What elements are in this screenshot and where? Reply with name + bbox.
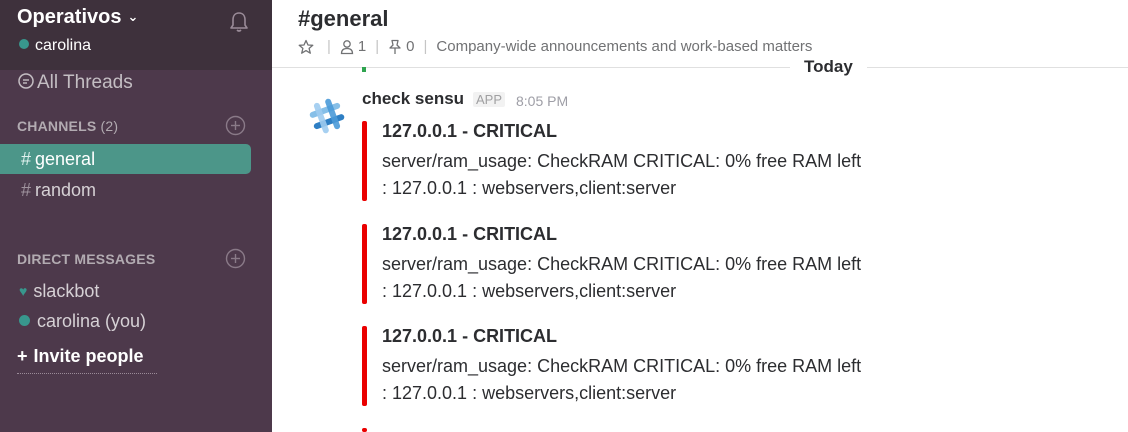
add-channel-icon[interactable] xyxy=(225,115,246,136)
threads-icon xyxy=(18,73,34,89)
message-timestamp[interactable]: 8:05 PM xyxy=(516,93,568,109)
attachment-text: server/ram_usage: CheckRAM CRITICAL: 0% … xyxy=(382,353,861,407)
attachment-line: : 127.0.0.1 : webservers,client:server xyxy=(382,383,677,403)
pinned-count[interactable]: 0 xyxy=(406,38,414,55)
message-attachment: 127.0.0.1 - CRITICAL server/ram_usage: C… xyxy=(362,121,962,201)
sidebar-item-general[interactable]: # general xyxy=(0,144,251,174)
message-attachment: 127.0.0.1 - CRITICAL server/ram_usage: C… xyxy=(362,326,962,406)
attachment-color-bar xyxy=(362,326,367,406)
app-badge: APP xyxy=(473,92,506,107)
member-count[interactable]: 1 xyxy=(358,38,366,55)
chevron-down-icon: ⌄ xyxy=(127,9,139,24)
message-attachment: 127.0.0.1 - CRITICAL server/ram_usage: C… xyxy=(362,224,962,304)
message-attachment-partial xyxy=(362,428,962,432)
channel-label: random xyxy=(35,180,97,200)
invite-people-button[interactable]: + Invite people xyxy=(17,346,157,374)
attachment-title: 127.0.0.1 - CRITICAL xyxy=(382,224,558,244)
hash-icon: # xyxy=(21,180,32,200)
divider: | xyxy=(375,38,380,55)
current-user[interactable]: carolina xyxy=(19,37,91,55)
current-user-name: carolina xyxy=(35,37,92,54)
plus-icon: + xyxy=(17,346,28,366)
dm-item-carolina[interactable]: carolina (you) xyxy=(19,311,146,332)
attachment-line: : 127.0.0.1 : webservers,client:server xyxy=(382,281,677,301)
main-pane: #general | 1 | 0 | Company-wide announce… xyxy=(272,0,1128,432)
attachment-title: 127.0.0.1 - CRITICAL xyxy=(382,326,558,346)
attachment-line: server/ram_usage: CheckRAM CRITICAL: 0% … xyxy=(382,151,862,171)
attachment-line: server/ram_usage: CheckRAM CRITICAL: 0% … xyxy=(382,254,862,274)
date-divider-label: Today xyxy=(790,57,867,77)
sidebar: Operativos ⌄ carolina All Threads CHANNEL… xyxy=(0,0,272,432)
attachment-title: 127.0.0.1 - CRITICAL xyxy=(382,121,558,141)
dm-label: slackbot xyxy=(33,281,100,301)
member-icon[interactable] xyxy=(340,39,354,55)
attachment-color-bar xyxy=(362,121,367,201)
attachment-color-bar xyxy=(362,224,367,304)
channel-meta: | 1 | 0 | Company-wide announcements and… xyxy=(298,38,812,55)
channel-title[interactable]: #general xyxy=(298,6,389,32)
presence-dot-icon xyxy=(19,39,29,49)
previous-attachment-bar xyxy=(362,67,366,72)
attachment-line: server/ram_usage: CheckRAM CRITICAL: 0% … xyxy=(382,356,862,376)
dm-label: carolina (you) xyxy=(37,311,147,331)
hash-icon: # xyxy=(21,149,32,169)
pin-icon[interactable] xyxy=(388,39,402,55)
invite-people-label: Invite people xyxy=(33,346,144,366)
divider: | xyxy=(327,38,331,55)
channels-count: (2) xyxy=(100,118,119,134)
app-avatar[interactable] xyxy=(305,94,349,138)
all-threads-label: All Threads xyxy=(37,72,133,93)
workspace-name: Operativos xyxy=(17,6,122,28)
date-divider-line xyxy=(272,67,1128,68)
heart-icon: ♥ xyxy=(19,283,28,299)
channel-topic[interactable]: Company-wide announcements and work-base… xyxy=(436,38,812,55)
workspace-menu-button[interactable]: Operativos ⌄ xyxy=(17,6,138,29)
divider: | xyxy=(423,38,428,55)
presence-dot-icon xyxy=(19,315,30,326)
attachment-color-bar xyxy=(362,428,367,432)
attachment-text: server/ram_usage: CheckRAM CRITICAL: 0% … xyxy=(382,251,861,305)
dm-item-slackbot[interactable]: ♥ slackbot xyxy=(19,281,99,302)
direct-messages-header[interactable]: DIRECT MESSAGES xyxy=(17,251,155,267)
message-author[interactable]: check sensu xyxy=(362,89,464,109)
sidebar-item-random[interactable]: # random xyxy=(0,175,251,205)
channel-label: general xyxy=(35,149,96,169)
direct-messages-header-label: DIRECT MESSAGES xyxy=(17,251,156,267)
sidebar-header: Operativos ⌄ carolina xyxy=(0,0,272,70)
attachment-text: server/ram_usage: CheckRAM CRITICAL: 0% … xyxy=(382,148,861,202)
add-dm-icon[interactable] xyxy=(225,248,246,269)
channels-header[interactable]: CHANNELS (2) xyxy=(17,118,118,134)
star-icon[interactable] xyxy=(298,39,314,55)
bell-icon[interactable] xyxy=(227,10,251,34)
channels-header-label: CHANNELS xyxy=(17,118,97,134)
attachment-line: : 127.0.0.1 : webservers,client:server xyxy=(382,178,677,198)
all-threads-link[interactable]: All Threads xyxy=(17,72,133,94)
